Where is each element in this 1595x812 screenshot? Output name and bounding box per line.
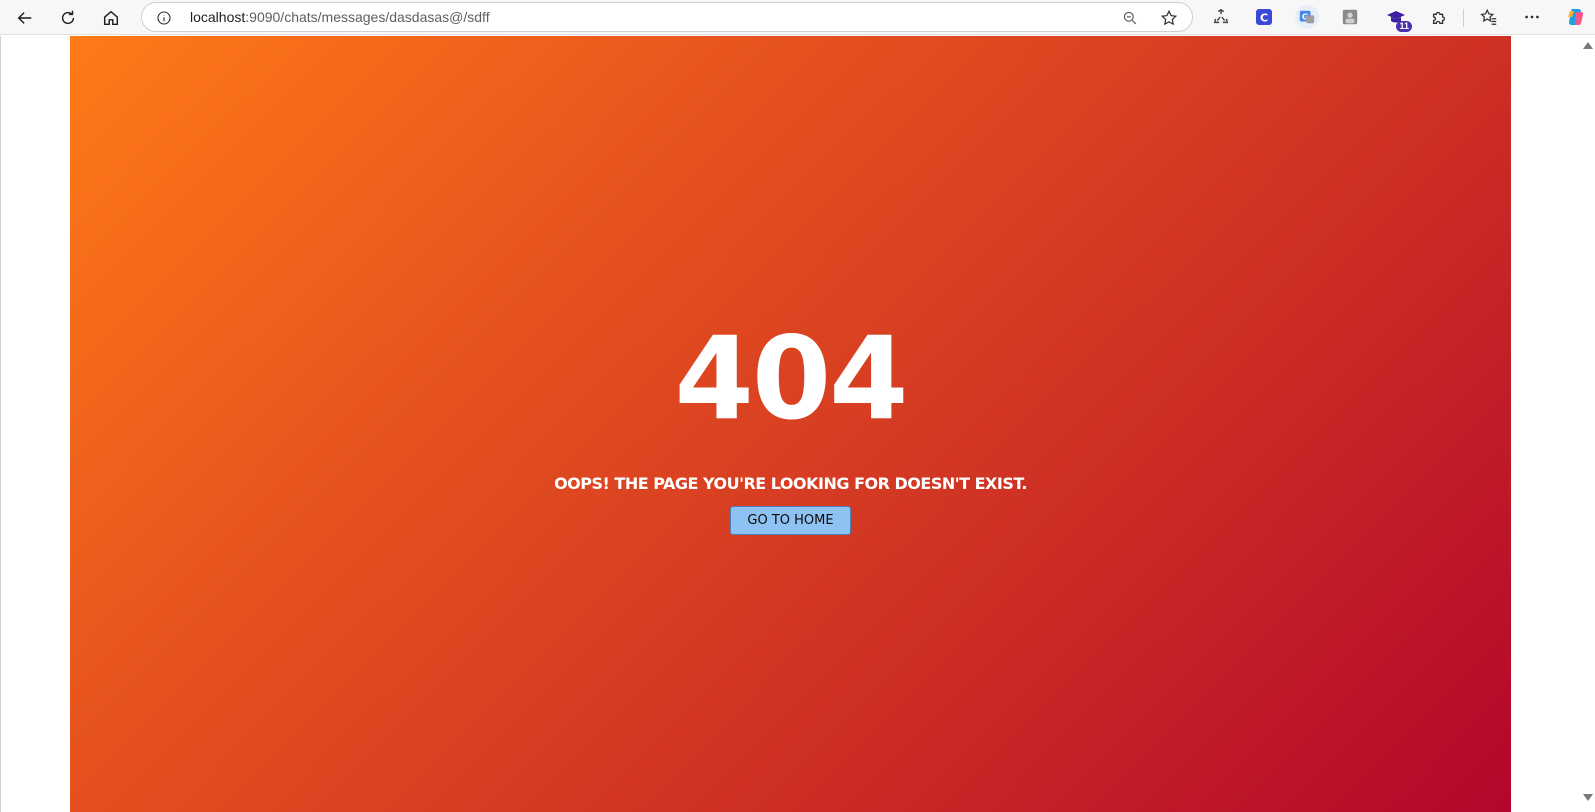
c-extension-icon[interactable]: C [1252,5,1276,29]
url-text[interactable]: localhost:9090/chats/messages/dasdasas@/… [190,9,490,25]
recycle-extension-icon[interactable] [1209,5,1233,29]
translate-extension-icon[interactable]: G [1295,5,1319,29]
puzzle-icon[interactable] [1427,5,1451,29]
browser-toolbar: localhost:9090/chats/messages/dasdasas@/… [0,0,1595,35]
go-to-home-button[interactable]: GO TO HOME [730,506,851,535]
graduation-extension-icon[interactable]: 11 [1384,5,1412,32]
extension-badge: 11 [1396,21,1412,32]
refresh-icon[interactable] [53,3,83,32]
error-message: OOPS! THE PAGE YOU'RE LOOKING FOR DOESN'… [554,474,1027,493]
info-icon[interactable] [154,8,174,28]
vertical-scrollbar[interactable] [1580,36,1595,812]
star-icon[interactable] [1158,7,1180,29]
svg-text:C: C [1260,12,1268,25]
scroll-down-arrow-icon[interactable] [1583,794,1593,801]
error-page: 404 OOPS! THE PAGE YOU'RE LOOKING FOR DO… [70,36,1511,812]
home-icon[interactable] [96,3,126,32]
back-arrow-icon[interactable] [10,3,40,32]
toolbar-divider [1463,9,1464,27]
url-path: :9090/chats/messages/dasdasas@/sdff [245,9,490,25]
page-viewport: 404 OOPS! THE PAGE YOU'RE LOOKING FOR DO… [0,36,1595,812]
scroll-up-arrow-icon[interactable] [1583,42,1593,49]
favorites-icon[interactable] [1477,5,1501,29]
zoom-out-icon[interactable] [1120,8,1140,28]
profile-extension-icon[interactable] [1338,5,1362,29]
error-code-heading: 404 [674,312,909,445]
more-icon[interactable] [1520,5,1544,29]
address-bar[interactable]: localhost:9090/chats/messages/dasdasas@/… [141,2,1193,32]
copilot-icon[interactable] [1563,5,1587,29]
url-host: localhost [190,9,246,25]
